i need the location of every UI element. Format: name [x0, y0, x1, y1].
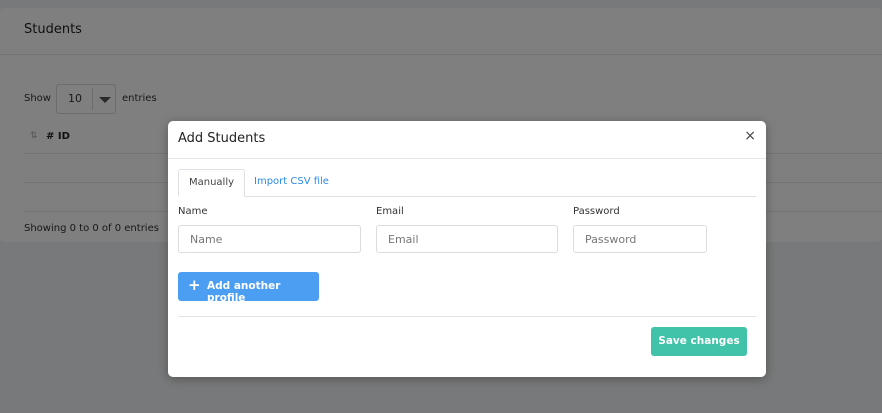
- modal-title: Add Students: [178, 131, 266, 146]
- modal-tabs: Manually Import CSV file: [178, 169, 756, 197]
- modal-header: Add Students ×: [168, 121, 766, 159]
- name-input[interactable]: [178, 225, 361, 253]
- password-label: Password: [573, 206, 620, 217]
- tab-import-csv[interactable]: Import CSV file: [244, 169, 339, 195]
- close-icon[interactable]: ×: [744, 129, 756, 143]
- name-label: Name: [178, 206, 208, 217]
- add-students-modal: Add Students × Manually Import CSV file …: [168, 121, 766, 377]
- email-input[interactable]: [376, 225, 558, 253]
- modal-footer-divider: [178, 316, 756, 317]
- add-profile-label: Add another profile: [207, 280, 281, 304]
- plus-icon: +: [188, 276, 201, 294]
- email-label: Email: [376, 206, 404, 217]
- save-changes-button[interactable]: Save changes: [651, 327, 747, 356]
- add-another-profile-button[interactable]: + Add another profile: [178, 272, 319, 304]
- tab-manually[interactable]: Manually: [178, 169, 246, 197]
- password-input[interactable]: [573, 225, 707, 253]
